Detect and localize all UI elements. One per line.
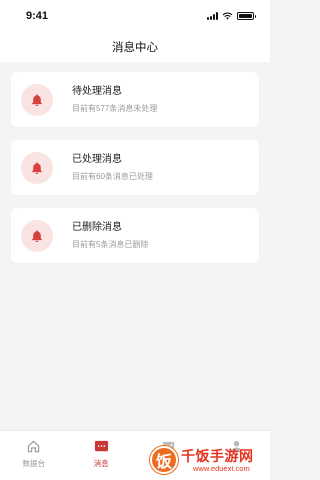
message-list: 待处理消息 目前有577条消息未处理 已处理消息 目前有60条消息已处理 已删除… bbox=[11, 72, 259, 276]
home-icon bbox=[26, 439, 41, 454]
watermark-url: www.eduext.com bbox=[193, 463, 250, 473]
status-time: 9:41 bbox=[26, 10, 49, 22]
message-subtitle: 目前有577条消息未处理 bbox=[72, 104, 158, 113]
message-subtitle: 目前有60条消息已处理 bbox=[72, 172, 153, 181]
tab-dashboard[interactable]: 数据台 bbox=[0, 431, 68, 480]
bell-icon bbox=[21, 151, 53, 184]
status-icons bbox=[207, 12, 256, 20]
bell-icon bbox=[21, 219, 53, 252]
message-title: 已处理消息 bbox=[72, 154, 122, 165]
nav-bar: 消息中心 bbox=[0, 32, 270, 62]
tab-label: 消息 bbox=[93, 459, 109, 468]
watermark-name: 千饭手游网 bbox=[181, 447, 254, 464]
message-subtitle: 目前有5条消息已删除 bbox=[72, 240, 149, 249]
message-icon bbox=[94, 439, 109, 454]
message-card-deleted[interactable]: 已删除消息 目前有5条消息已删除 bbox=[11, 208, 259, 263]
watermark-logo: 饭 千饭手游网 www.eduext.com bbox=[150, 440, 270, 480]
message-card-processed[interactable]: 已处理消息 目前有60条消息已处理 bbox=[11, 140, 259, 195]
screen: 9:41 消息中心 待处理消息 目前有577条消息未处理 已处理消息 目前有60… bbox=[0, 0, 270, 480]
bell-icon bbox=[21, 83, 53, 116]
status-bar: 9:41 bbox=[0, 0, 270, 32]
message-title: 待处理消息 bbox=[72, 86, 122, 97]
signal-icon bbox=[207, 12, 218, 20]
wifi-icon bbox=[222, 12, 233, 20]
battery-icon bbox=[237, 12, 256, 20]
watermark-badge: 饭 bbox=[150, 446, 178, 474]
message-card-pending[interactable]: 待处理消息 目前有577条消息未处理 bbox=[11, 72, 259, 127]
tab-messages[interactable]: 消息 bbox=[68, 431, 136, 480]
tab-label: 数据台 bbox=[22, 459, 46, 468]
message-title: 已删除消息 bbox=[72, 222, 122, 233]
page-title: 消息中心 bbox=[112, 42, 158, 54]
